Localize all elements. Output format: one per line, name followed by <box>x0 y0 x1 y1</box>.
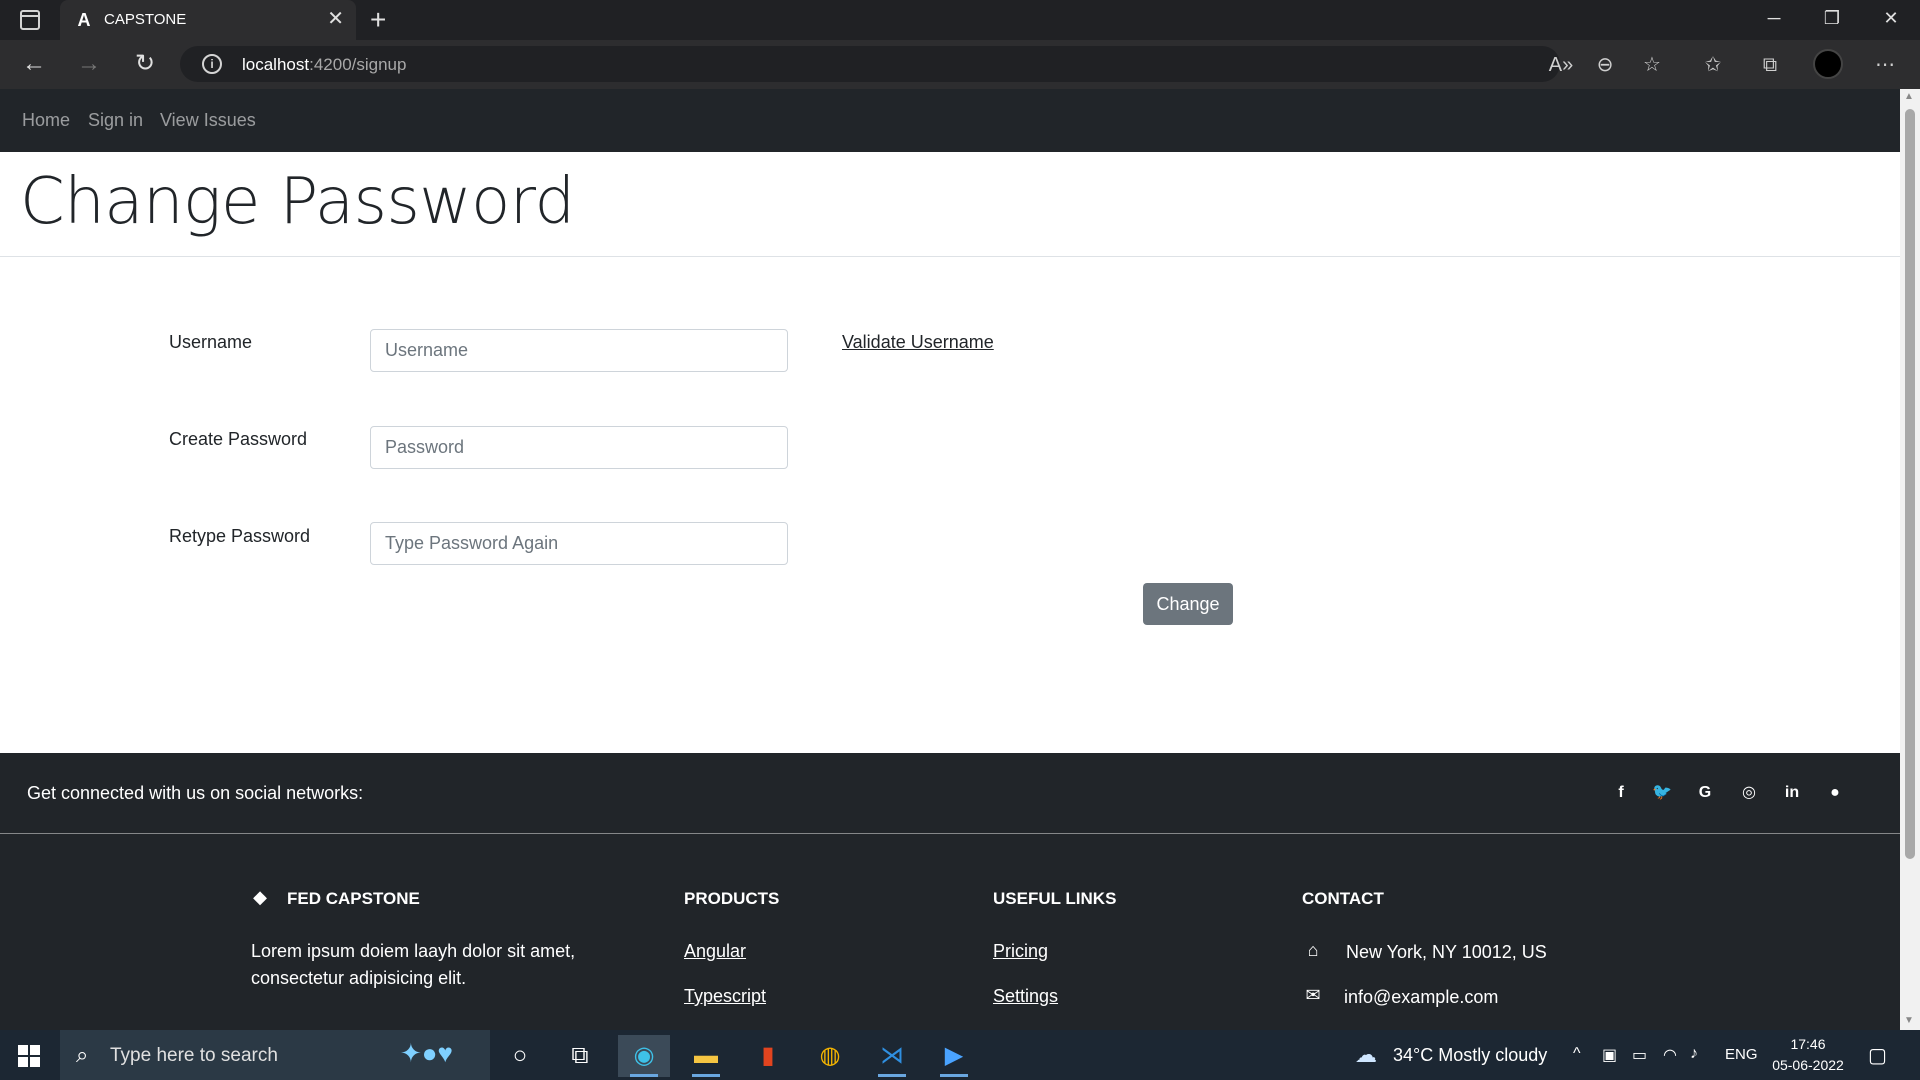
nav-view-issues-link[interactable]: View Issues <box>160 110 256 131</box>
weather-cloud-icon[interactable]: ☁ <box>1355 1042 1377 1068</box>
product-link-typescript[interactable]: Typescript <box>684 986 766 1007</box>
notification-icon[interactable]: ▢ <box>1868 1043 1887 1068</box>
tab-actions-icon[interactable] <box>20 10 40 30</box>
read-aloud-icon[interactable]: A» <box>1548 52 1574 78</box>
profile-avatar[interactable] <box>1813 49 1843 79</box>
new-tab-icon[interactable]: + <box>370 5 386 35</box>
scroll-up-icon[interactable]: ▲ <box>1904 91 1914 102</box>
facebook-icon[interactable]: f <box>1610 782 1632 804</box>
page-title: Change Password <box>20 165 575 239</box>
restore-icon[interactable]: ❐ <box>1817 8 1847 29</box>
title-divider <box>0 256 1900 257</box>
battery-icon[interactable]: ▭ <box>1632 1045 1647 1065</box>
more-options-icon[interactable]: ⋯ <box>1872 52 1898 78</box>
useful-links-heading: USEFUL LINKS <box>993 889 1117 908</box>
search-highlight-icon: ✦●♥ <box>400 1038 453 1068</box>
change-button[interactable]: Change <box>1143 583 1233 625</box>
validate-username-link[interactable]: Validate Username <box>842 332 994 353</box>
windows-start-icon[interactable] <box>18 1045 40 1067</box>
useful-link-settings[interactable]: Settings <box>993 986 1058 1007</box>
chrome-icon[interactable]: ◍ <box>804 1035 856 1077</box>
task-view-icon[interactable]: ⧉ <box>554 1035 606 1077</box>
home-icon: ⌂ <box>1307 940 1319 960</box>
wifi-icon[interactable]: ◠ <box>1663 1045 1677 1065</box>
retype-password-label: Retype Password <box>169 526 311 546</box>
nav-home-link[interactable]: Home <box>22 110 70 131</box>
weather-text[interactable]: 34°C Mostly cloudy <box>1393 1045 1547 1066</box>
search-icon: ⌕ <box>76 1042 89 1067</box>
linkedin-icon[interactable]: in <box>1781 782 1803 804</box>
gem-icon: ◆ <box>253 887 267 907</box>
browser-tab[interactable]: A CAPSTONE ✕ <box>60 0 356 40</box>
brand-title: FED CAPSTONE <box>287 889 420 908</box>
google-icon[interactable]: G <box>1694 782 1716 804</box>
system-clock[interactable]: 17:46 05-06-2022 <box>1768 1034 1848 1076</box>
url-text: localhost:4200/signup <box>242 55 406 75</box>
zoom-out-icon[interactable]: ⊖ <box>1592 52 1618 78</box>
products-heading: PRODUCTS <box>684 889 780 908</box>
powershell-icon[interactable]: ▶ <box>928 1035 980 1077</box>
cortana-icon[interactable]: ○ <box>494 1035 546 1077</box>
useful-link-pricing[interactable]: Pricing <box>993 941 1048 962</box>
tab-title: CAPSTONE <box>104 11 187 28</box>
search-placeholder: Type here to search <box>110 1045 278 1066</box>
envelope-icon: ✉ <box>1305 985 1321 1005</box>
file-explorer-icon[interactable]: ▬ <box>680 1035 732 1077</box>
collections-icon[interactable]: ⧉ <box>1757 52 1783 78</box>
username-label: Username <box>169 332 253 352</box>
scroll-down-icon[interactable]: ▼ <box>1904 1015 1914 1026</box>
address-bar[interactable]: i localhost:4200/signup <box>180 46 1560 82</box>
edge-app-icon[interactable]: ◉ <box>618 1035 670 1077</box>
clock-time: 17:46 <box>1790 1036 1826 1052</box>
contact-address: New York, NY 10012, US <box>1346 942 1547 962</box>
nav-signin-link[interactable]: Sign in <box>88 110 143 131</box>
page-scrollbar[interactable]: ▲ ▼ <box>1900 89 1920 1030</box>
url-path: :4200/signup <box>309 55 407 74</box>
site-info-icon[interactable]: i <box>202 54 222 74</box>
close-window-icon[interactable]: ✕ <box>1876 8 1906 29</box>
office-icon[interactable]: ▮ <box>742 1035 794 1077</box>
github-icon[interactable]: ● <box>1824 782 1846 804</box>
contact-email: info@example.com <box>1344 987 1499 1007</box>
favorites-icon[interactable]: ✩ <box>1700 52 1726 78</box>
username-input[interactable] <box>370 329 788 372</box>
show-hidden-icons-icon[interactable]: ^ <box>1573 1045 1581 1063</box>
address-bar-row: ← → ↻ i localhost:4200/signup A» ⊖ ☆ ✩ ⧉… <box>0 40 1920 89</box>
contact-heading: CONTACT <box>1302 889 1384 908</box>
create-password-label: Create Password <box>169 429 308 449</box>
refresh-icon[interactable]: ↻ <box>129 48 161 80</box>
minimize-icon[interactable]: ─ <box>1759 8 1789 29</box>
create-password-input[interactable] <box>370 426 788 469</box>
forward-icon[interactable]: → <box>73 48 105 80</box>
site-footer: Get connected with us on social networks… <box>0 753 1900 1030</box>
scroll-thumb[interactable] <box>1905 109 1915 859</box>
taskbar-search[interactable]: ⌕ Type here to search ✦●♥ <box>60 1030 490 1080</box>
retype-password-input[interactable] <box>370 522 788 565</box>
network-adapter-icon[interactable]: ▣ <box>1602 1045 1617 1065</box>
vscode-icon[interactable]: ⋊ <box>866 1035 918 1077</box>
brand-text: Lorem ipsum doiem laayh dolor sit amet, … <box>251 941 576 988</box>
twitter-icon[interactable]: 🐦 <box>1651 782 1673 804</box>
social-text: Get connected with us on social networks… <box>27 783 364 803</box>
angular-favicon-icon: A <box>77 10 91 30</box>
browser-tab-bar: A CAPSTONE ✕ + ─ ❐ ✕ <box>0 0 1920 40</box>
back-icon[interactable]: ← <box>18 48 50 80</box>
volume-icon[interactable]: ♪ <box>1690 1045 1698 1063</box>
url-host: localhost <box>242 55 310 74</box>
add-favorite-icon[interactable]: ☆ <box>1639 52 1665 78</box>
site-navbar: Home Sign in View Issues <box>0 89 1900 152</box>
product-link-angular[interactable]: Angular <box>684 941 746 962</box>
social-bar: Get connected with us on social networks… <box>0 753 1900 834</box>
windows-taskbar: ⌕ Type here to search ✦●♥ ○ ⧉ ◉ ▬ ▮ ◍ ⋊ … <box>0 1030 1920 1080</box>
language-indicator[interactable]: ENG <box>1725 1046 1758 1063</box>
close-tab-icon[interactable]: ✕ <box>327 9 344 29</box>
clock-date: 05-06-2022 <box>1772 1057 1844 1073</box>
instagram-icon[interactable]: ◎ <box>1738 782 1760 804</box>
